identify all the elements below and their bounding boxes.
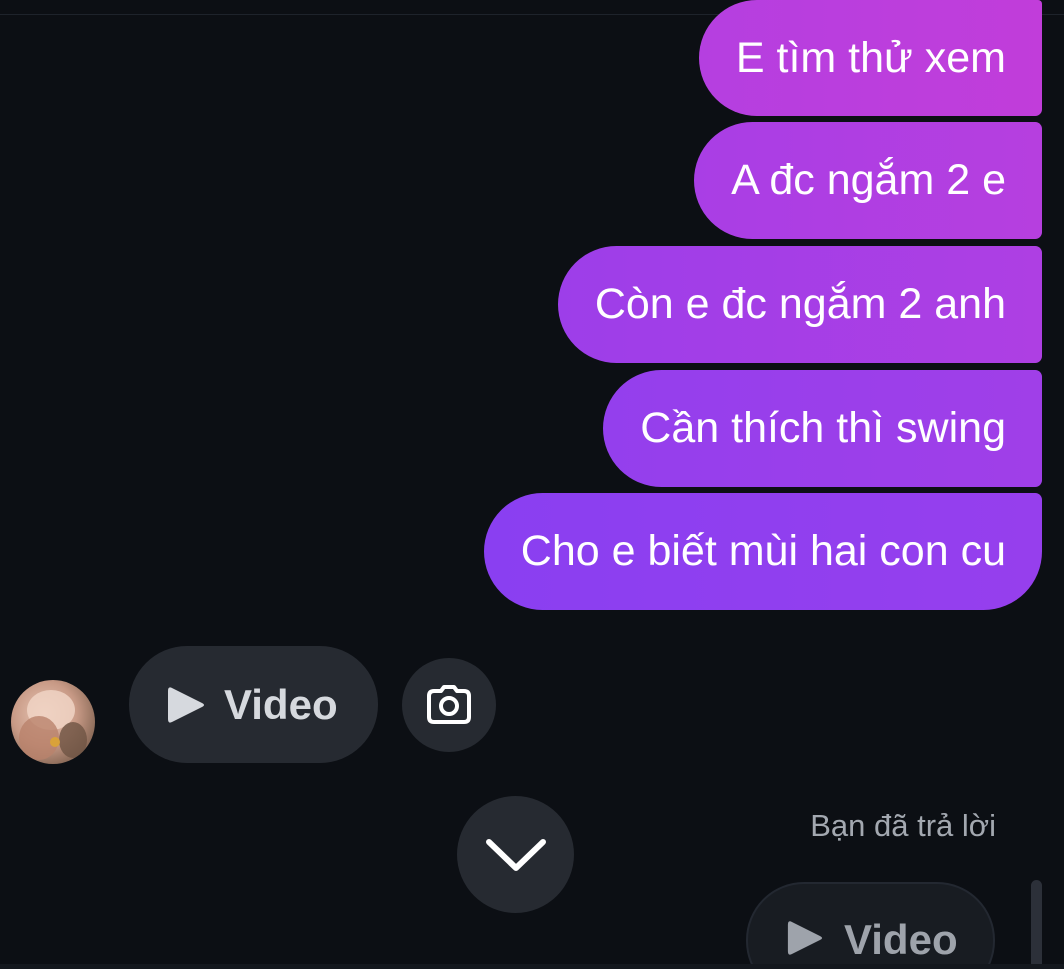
scrollbar[interactable] xyxy=(1031,880,1042,969)
replied-video-message[interactable]: Video xyxy=(746,882,995,969)
video-label: Video xyxy=(224,680,338,728)
camera-button[interactable] xyxy=(402,658,496,752)
message-bubble-sent[interactable]: E tìm thử xem xyxy=(698,0,1042,116)
play-icon xyxy=(787,921,823,955)
message-bubble-sent[interactable]: Còn e đc ngắm 2 anh xyxy=(557,246,1042,363)
play-icon xyxy=(168,686,204,723)
message-bubble-sent[interactable]: Cần thích thì swing xyxy=(603,370,1042,487)
chevron-down-icon xyxy=(485,838,546,871)
scroll-to-bottom-button[interactable] xyxy=(457,796,574,913)
incoming-video-message[interactable]: Video xyxy=(129,646,378,763)
message-bubble-sent[interactable]: Cho e biết mùi hai con cu xyxy=(483,493,1042,610)
sender-avatar[interactable] xyxy=(11,680,95,764)
chat-screen: E tìm thử xem A đc ngắm 2 e Còn e đc ngắ… xyxy=(0,0,1064,969)
reply-status: Bạn đã trả lời xyxy=(810,808,996,843)
camera-icon xyxy=(427,685,471,724)
video-label: Video xyxy=(844,916,958,963)
composer-edge xyxy=(0,964,1064,969)
avatar-image xyxy=(19,690,87,760)
message-bubble-sent[interactable]: A đc ngắm 2 e xyxy=(694,122,1042,239)
